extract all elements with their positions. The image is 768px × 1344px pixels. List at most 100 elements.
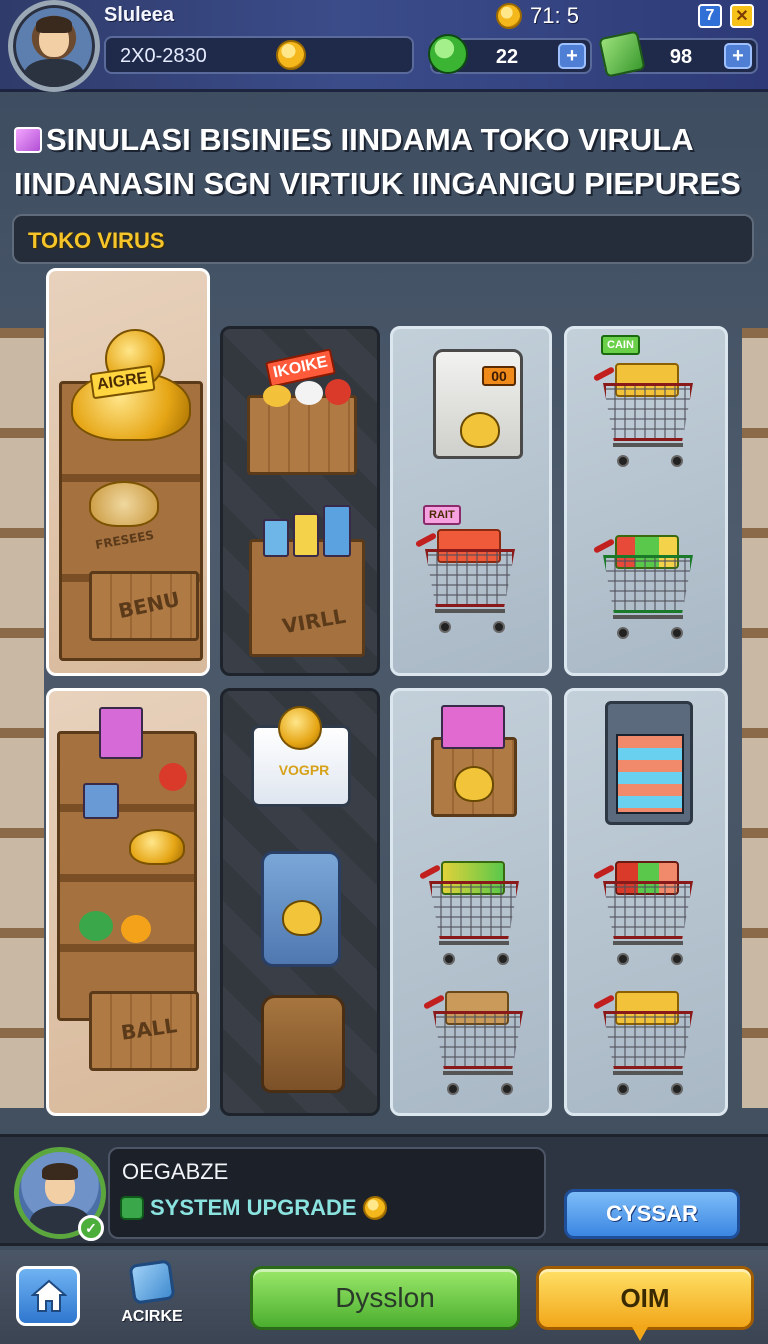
product-box	[99, 707, 143, 759]
voucher-card: VOGPR	[251, 706, 351, 807]
player-id: 2X0-2830	[120, 45, 207, 67]
player-name: Sluleea	[104, 4, 175, 26]
cash-value: 98	[669, 46, 693, 68]
cart-base	[613, 941, 683, 945]
close-button[interactable]: ✕	[730, 4, 754, 28]
cart-wheel	[671, 627, 683, 639]
cart-wheel	[617, 627, 629, 639]
left-background-shelf	[0, 328, 44, 1108]
cart-basket	[603, 1011, 693, 1069]
clock-coin-icon	[496, 3, 522, 29]
cooler-box	[261, 851, 341, 967]
player-avatar[interactable]	[8, 0, 100, 92]
bin-display: 00	[482, 366, 516, 386]
tile-card-cooler-bag[interactable]: VOGPR	[220, 688, 380, 1116]
avatar-suit	[24, 59, 84, 87]
cart-base	[613, 443, 683, 447]
dialog-box: OEGABZE SYSTEM UPGRADE	[108, 1147, 546, 1239]
gold-medal-icon	[278, 706, 322, 750]
cart-wheel	[501, 1083, 513, 1095]
mascot-icon	[454, 766, 494, 802]
cart-sign: RAIT	[423, 505, 461, 525]
gem-value: 22	[495, 46, 519, 68]
product-box	[293, 513, 319, 557]
cart-wheel	[617, 953, 629, 965]
shopping-cart	[592, 981, 703, 1101]
tile-crates[interactable]: IKOIKE VIRLL	[220, 326, 380, 676]
mascot-icon	[460, 412, 500, 448]
shelf-board	[60, 874, 194, 882]
cart-wheel	[617, 1083, 629, 1095]
shelf-board	[60, 804, 194, 812]
gem-counter: 22 +	[428, 34, 592, 74]
shopping-cart	[592, 525, 703, 645]
coin-icon	[276, 40, 306, 70]
cart-wheel	[439, 621, 451, 633]
fridge-contents	[616, 734, 684, 814]
shopping-cart	[414, 519, 525, 639]
page-title: SINULASI BISINIES IINDAMA TOKO VIRULA II…	[14, 118, 754, 206]
top-bar: Sluleea 2X0-2830 71: 5 7 ✕ 22 + 98 +	[0, 0, 768, 92]
product-box	[83, 783, 119, 819]
cart-basket	[429, 881, 519, 939]
speaker-name: OEGABZE	[122, 1159, 229, 1184]
bottom-nav: ACIRKE Dysslon OIM	[0, 1250, 768, 1344]
cart-handle	[592, 366, 616, 382]
store-grid: AIGRE FRESEES BENU IKOIKE VIRLL 00 RAIT …	[0, 268, 768, 1130]
vending-bin: 00	[433, 349, 523, 459]
coin-icon	[362, 1196, 387, 1220]
avatar-hair	[41, 1163, 79, 1180]
display-crate	[431, 737, 517, 817]
speech-tail	[631, 1325, 649, 1341]
cart-basket	[433, 1011, 523, 1069]
right-background-shelf	[742, 328, 768, 1108]
title-line-2: IINDANASIN SGN VIRTIUK IINGANIGU PIEPURE…	[14, 166, 741, 201]
green-action-button[interactable]: Dysslon	[250, 1266, 520, 1330]
cart-wheel	[671, 953, 683, 965]
produce-item	[295, 381, 323, 405]
cart-wheel	[497, 953, 509, 965]
timer: 71: 5	[496, 2, 579, 30]
info-button[interactable]: 7	[698, 4, 722, 28]
avatar-hair	[35, 16, 73, 33]
map-icon	[128, 1259, 176, 1305]
cart-sign: CAIN	[601, 335, 640, 355]
cart-handle	[414, 532, 438, 548]
home-button[interactable]	[16, 1266, 80, 1326]
section-title: TOKO VIRUS	[28, 228, 165, 253]
product-box	[323, 505, 351, 557]
acirke-button[interactable]: ACIRKE	[112, 1259, 192, 1342]
tile-fridge-carts[interactable]	[564, 688, 728, 1116]
dialog-message: SYSTEM UPGRADE	[120, 1195, 387, 1221]
tile-carts[interactable]: CAIN	[564, 326, 728, 676]
cart-handle	[592, 538, 616, 554]
shopping-bag	[261, 995, 345, 1093]
cart-base	[435, 609, 505, 613]
tile-bin-cart[interactable]: 00 RAIT	[390, 326, 552, 676]
cart-handle	[422, 994, 446, 1010]
dialog-action-button[interactable]: CYSSAR	[564, 1189, 740, 1239]
cart-basket	[425, 549, 515, 607]
dialog-message-text: SYSTEM UPGRADE	[150, 1195, 357, 1220]
cart-handle	[592, 994, 616, 1010]
cart-handle	[592, 864, 616, 880]
yellow-action-button[interactable]: OIM	[536, 1266, 754, 1341]
cart-basket	[603, 383, 693, 441]
gold-coins-pile	[129, 829, 185, 865]
dice-icon	[120, 1196, 144, 1220]
produce-item	[79, 911, 113, 941]
tile-produce-shelf[interactable]: BALL	[46, 688, 210, 1116]
produce-item	[263, 385, 291, 407]
product-box	[263, 519, 289, 557]
tile-gold-shelf[interactable]: AIGRE FRESEES BENU	[46, 268, 210, 676]
gold-basket	[89, 481, 159, 527]
cart-basket	[603, 881, 693, 939]
cash-icon	[598, 30, 646, 78]
tile-box-carts[interactable]	[390, 688, 552, 1116]
produce-crate	[247, 395, 357, 475]
produce-item	[159, 763, 187, 791]
add-gems-button[interactable]: +	[558, 43, 586, 69]
timer-value: 71: 5	[530, 3, 579, 28]
produce-item	[121, 915, 151, 943]
add-cash-button[interactable]: +	[724, 43, 752, 69]
